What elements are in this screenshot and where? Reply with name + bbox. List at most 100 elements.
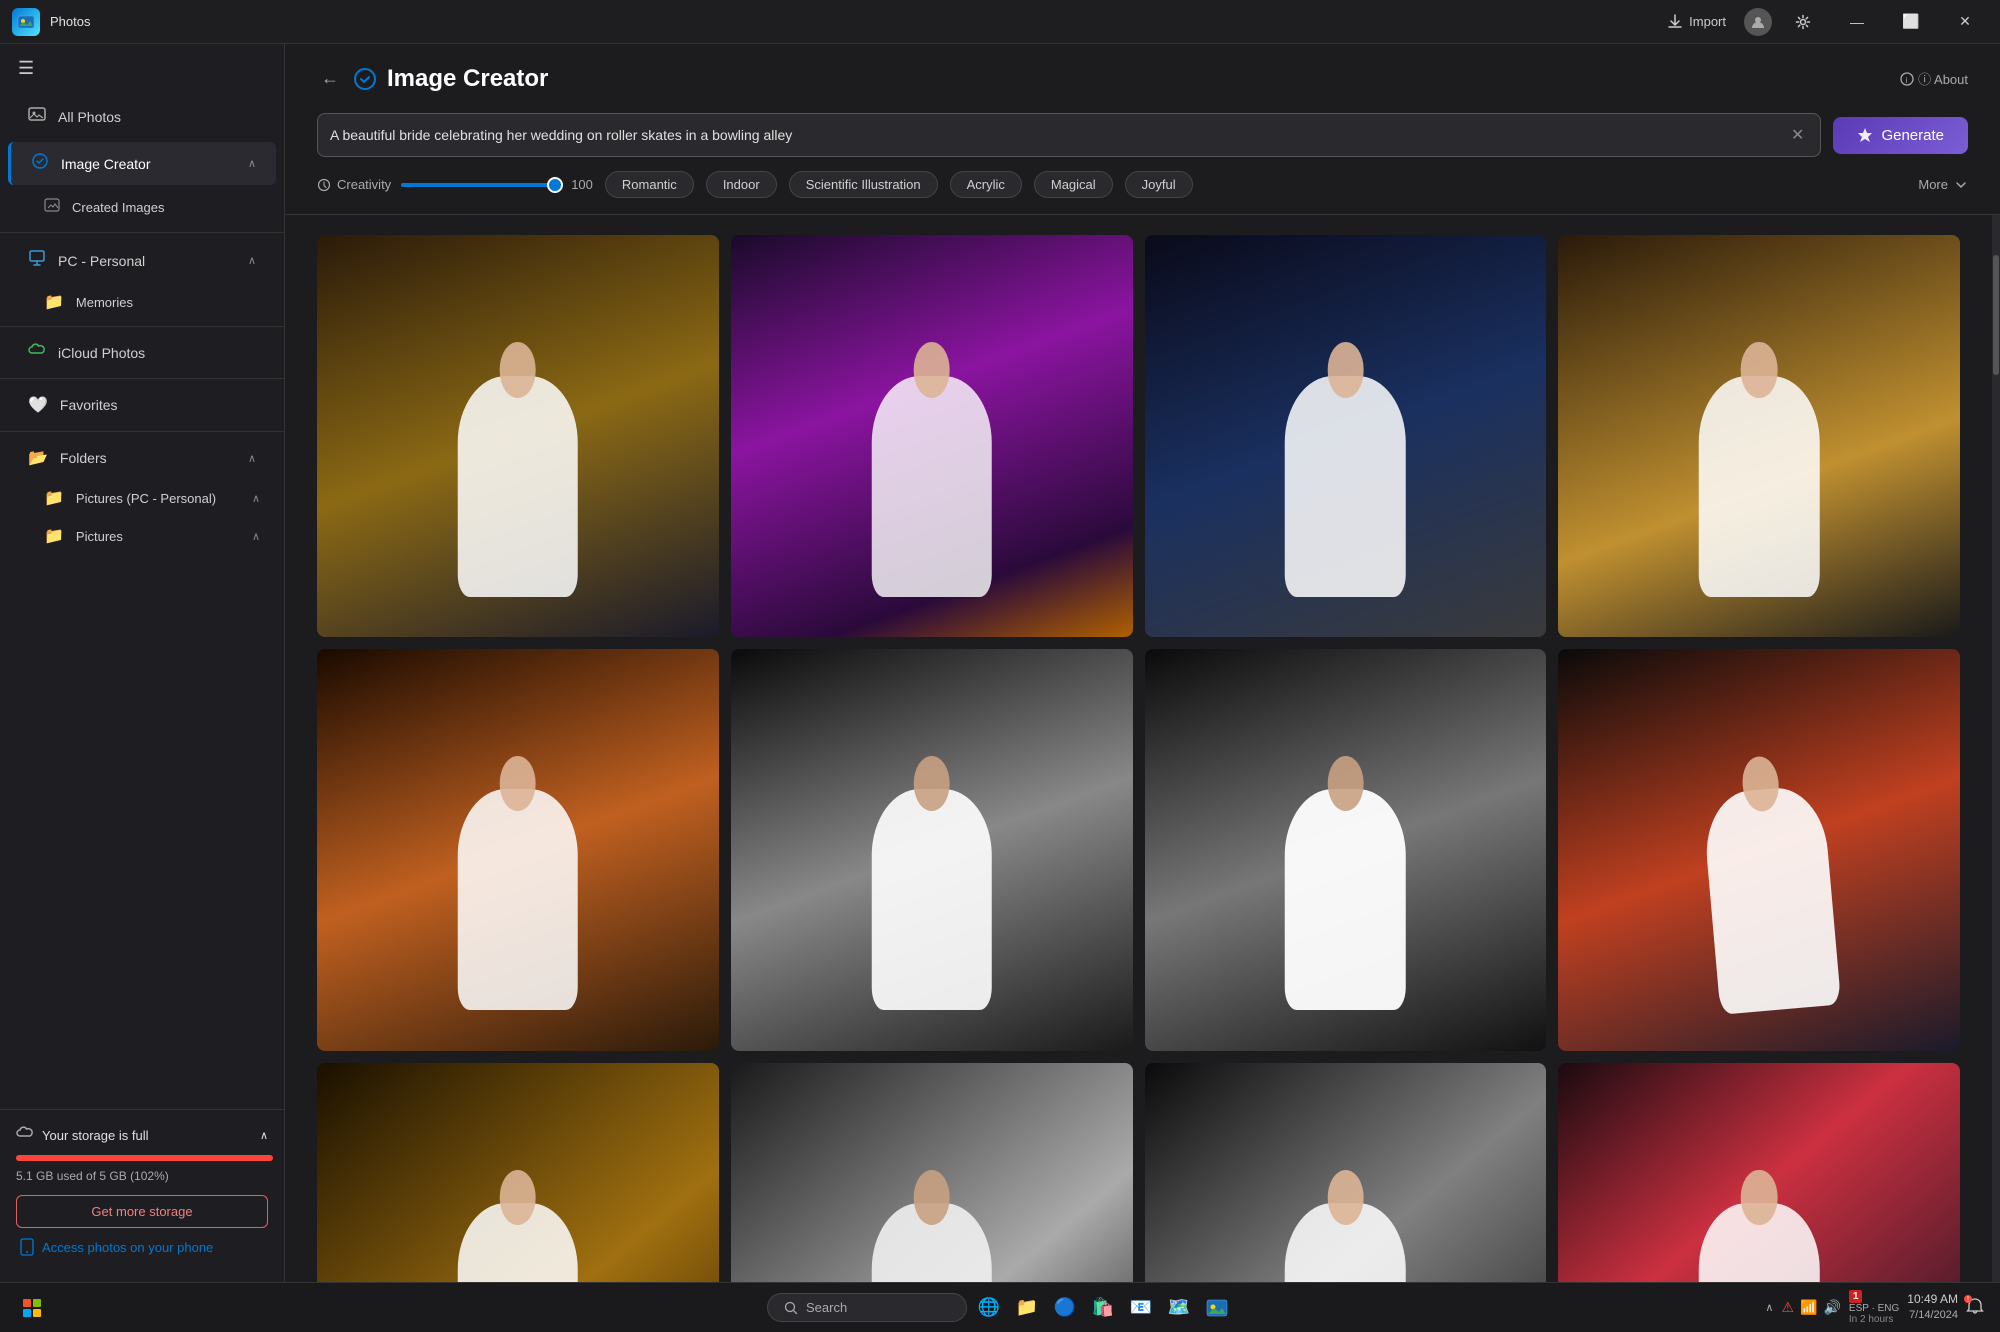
icloud-label: iCloud Photos bbox=[58, 345, 145, 361]
filter-chip-magical[interactable]: Magical bbox=[1034, 171, 1113, 198]
image-creator-chevron: ∧ bbox=[248, 157, 256, 170]
taskbar-center: Search 🌐 📁 🔵 🛍️ 📧 🗺️ bbox=[767, 1292, 1233, 1324]
storage-collapse-chevron[interactable]: ∧ bbox=[260, 1129, 268, 1142]
creativity-section: Creativity 100 bbox=[317, 177, 593, 192]
network-icon[interactable]: 📶 bbox=[1800, 1299, 1817, 1316]
sidebar-item-favorites[interactable]: 🤍 Favorites bbox=[8, 385, 276, 425]
more-label: More bbox=[1918, 177, 1948, 192]
sidebar-item-image-creator[interactable]: Image Creator ∧ bbox=[8, 142, 276, 185]
volume-icon[interactable]: 🔊 bbox=[1823, 1299, 1840, 1316]
pc-icon bbox=[28, 249, 46, 272]
tray-expand[interactable]: ∧ bbox=[1765, 1301, 1773, 1314]
clear-prompt-button[interactable]: ✕ bbox=[1787, 121, 1808, 149]
scrollbar-track bbox=[1992, 215, 2000, 1282]
image-card-7[interactable] bbox=[1145, 649, 1547, 1051]
sidebar-icloud-section: iCloud Photos bbox=[0, 326, 284, 374]
storage-bar-fill bbox=[16, 1155, 273, 1161]
icloud-icon bbox=[28, 343, 46, 362]
language-indicator[interactable]: 1 ESP · ENG In 2 hours bbox=[1849, 1290, 1899, 1325]
image-card-6[interactable] bbox=[731, 649, 1133, 1051]
more-filters-button[interactable]: More bbox=[1918, 177, 1968, 192]
creativity-slider[interactable] bbox=[401, 183, 561, 187]
back-button[interactable]: ← bbox=[317, 64, 343, 93]
storage-section: Your storage is full ∧ 5.1 GB used of 5 … bbox=[0, 1109, 284, 1282]
notification-icon[interactable]: ! bbox=[1966, 1297, 1984, 1318]
settings-button[interactable] bbox=[1780, 0, 1826, 44]
get-storage-button[interactable]: Get more storage bbox=[16, 1195, 268, 1228]
image-card-4[interactable] bbox=[1558, 235, 1960, 637]
about-link[interactable]: i ⓘ About bbox=[1900, 69, 1968, 88]
titlebar-right: Import — ⬜ ✕ bbox=[1657, 0, 1988, 44]
taskbar-app-browser[interactable]: 🌐 bbox=[973, 1292, 1005, 1324]
generate-label: Generate bbox=[1881, 127, 1944, 144]
taskbar-app-mail[interactable]: 📧 bbox=[1125, 1292, 1157, 1324]
access-phone-link[interactable]: Access photos on your phone bbox=[16, 1228, 268, 1266]
taskbar-app-store[interactable]: 🛍️ bbox=[1087, 1292, 1119, 1324]
content-area: ← Image Creator i ⓘ About ✕ Generate bbox=[285, 44, 2000, 1282]
taskbar-app-explorer[interactable]: 📁 bbox=[1011, 1292, 1043, 1324]
scrollbar-thumb[interactable] bbox=[1993, 255, 1999, 375]
sidebar-item-pictures[interactable]: 📁 Pictures ∧ bbox=[28, 518, 276, 554]
start-button[interactable] bbox=[16, 1292, 48, 1324]
image-card-8[interactable] bbox=[1558, 649, 1960, 1051]
minimize-button[interactable]: — bbox=[1834, 0, 1880, 44]
created-images-label: Created Images bbox=[72, 200, 165, 215]
image-card-2[interactable] bbox=[731, 235, 1133, 637]
sidebar-item-folders[interactable]: 📂 Folders ∧ bbox=[8, 438, 276, 478]
header-top-row: ← Image Creator i ⓘ About bbox=[317, 64, 1968, 93]
filter-chip-scientific[interactable]: Scientific Illustration bbox=[789, 171, 938, 198]
import-button[interactable]: Import bbox=[1657, 10, 1736, 34]
filter-chip-joyful[interactable]: Joyful bbox=[1125, 171, 1193, 198]
sidebar-item-created-images[interactable]: Created Images bbox=[28, 189, 276, 226]
sidebar-item-pc-personal[interactable]: PC - Personal ∧ bbox=[8, 239, 276, 282]
taskbar-search-bar[interactable]: Search bbox=[767, 1293, 967, 1322]
prompt-input[interactable] bbox=[330, 127, 1787, 143]
filter-chip-acrylic[interactable]: Acrylic bbox=[950, 171, 1022, 198]
image-card-5[interactable] bbox=[317, 649, 719, 1051]
prompt-input-wrap: ✕ bbox=[317, 113, 1821, 157]
time-display: 10:49 AM bbox=[1907, 1291, 1958, 1308]
sidebar-item-icloud[interactable]: iCloud Photos bbox=[8, 333, 276, 372]
restore-button[interactable]: ⬜ bbox=[1888, 0, 1934, 44]
creativity-slider-thumb[interactable] bbox=[547, 177, 563, 193]
sidebar-sub-folders: 📁 Pictures (PC - Personal) ∧ 📁 Pictures … bbox=[0, 480, 284, 554]
hamburger-menu[interactable]: ☰ bbox=[0, 44, 284, 93]
pictures-chevron: ∧ bbox=[252, 530, 260, 543]
filter-chip-indoor[interactable]: Indoor bbox=[706, 171, 777, 198]
filter-chip-romantic[interactable]: Romantic bbox=[605, 171, 694, 198]
clock[interactable]: 10:49 AM 7/14/2024 bbox=[1907, 1291, 1958, 1323]
user-avatar[interactable] bbox=[1744, 8, 1772, 36]
taskbar-app-maps[interactable]: 🗺️ bbox=[1163, 1292, 1195, 1324]
filters-row: Creativity 100 Romantic Indoor Scientifi… bbox=[317, 171, 1968, 198]
language-badge: 1 bbox=[1849, 1290, 1863, 1303]
pictures-pc-label: Pictures (PC - Personal) bbox=[76, 491, 216, 506]
taskbar-left bbox=[16, 1292, 48, 1324]
image-card-12[interactable] bbox=[1558, 1063, 1960, 1283]
taskbar-app-edge[interactable]: 🔵 bbox=[1049, 1292, 1081, 1324]
content-header: ← Image Creator i ⓘ About ✕ Generate bbox=[285, 44, 2000, 215]
images-scroll[interactable]: ↓ Scroll down for more bbox=[285, 215, 1992, 1282]
sidebar: ☰ All Photos Image Creator ∧ Created Ima… bbox=[0, 44, 285, 1282]
sidebar-sub-pc: 📁 Memories bbox=[0, 284, 284, 320]
sidebar-item-memories[interactable]: 📁 Memories bbox=[28, 284, 276, 320]
memories-icon: 📁 bbox=[44, 292, 64, 312]
image-card-1[interactable] bbox=[317, 235, 719, 637]
image-card-9[interactable] bbox=[317, 1063, 719, 1283]
sidebar-item-all-photos[interactable]: All Photos bbox=[8, 95, 276, 138]
taskbar-app-photos[interactable] bbox=[1201, 1292, 1233, 1324]
generate-button[interactable]: Generate bbox=[1833, 117, 1968, 154]
main-layout: ☰ All Photos Image Creator ∧ Created Ima… bbox=[0, 44, 2000, 1282]
sidebar-item-pictures-pc[interactable]: 📁 Pictures (PC - Personal) ∧ bbox=[28, 480, 276, 516]
storage-used-text: 5.1 GB used of 5 GB (102%) bbox=[16, 1169, 268, 1183]
close-button[interactable]: ✕ bbox=[1942, 0, 1988, 44]
cloud-icon bbox=[16, 1126, 34, 1145]
folders-label: Folders bbox=[60, 450, 107, 466]
titlebar-left: Photos bbox=[12, 8, 90, 36]
svg-text:i: i bbox=[1906, 76, 1908, 85]
memories-label: Memories bbox=[76, 295, 133, 310]
image-card-11[interactable] bbox=[1145, 1063, 1547, 1283]
image-card-3[interactable] bbox=[1145, 235, 1547, 637]
taskbar: Search 🌐 📁 🔵 🛍️ 📧 🗺️ ∧ ⚠ 📶 🔊 1 ESP · ENG… bbox=[0, 1282, 2000, 1332]
image-card-10[interactable] bbox=[731, 1063, 1133, 1283]
all-photos-label: All Photos bbox=[58, 109, 121, 125]
